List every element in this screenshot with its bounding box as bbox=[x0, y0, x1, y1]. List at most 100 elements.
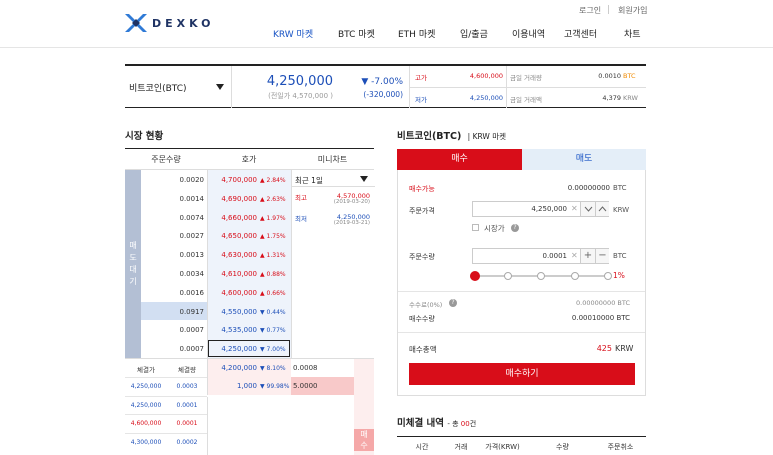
price-down-button[interactable] bbox=[580, 202, 595, 216]
pending-header-type: 거래 bbox=[454, 443, 468, 451]
nav-deposit-withdraw[interactable]: 입/출금 bbox=[460, 27, 488, 40]
nav-chart[interactable]: 차트 bbox=[624, 27, 641, 40]
chevron-down-icon[interactable] bbox=[360, 176, 368, 182]
mini-high-label: 최고 bbox=[295, 194, 307, 202]
submit-buy-button[interactable]: 매수하기 bbox=[409, 363, 635, 385]
trade-qty: 0.0001 bbox=[176, 401, 198, 409]
ask-row[interactable]: 0.0020 4,700,000 ▲ 2.84% bbox=[141, 170, 291, 189]
bid-change: ▼ 8.10% bbox=[260, 365, 286, 372]
pending-title: 미체결 내역 - 총 00건 bbox=[397, 418, 477, 429]
volume-value: 0.0010 bbox=[598, 72, 621, 80]
ask-change: ▲ 2.63% bbox=[260, 195, 286, 203]
nav-btc-market[interactable]: BTC 마켓 bbox=[338, 27, 375, 40]
mini-high-date: (2019-03-20) bbox=[333, 199, 370, 205]
logo-mark-icon bbox=[125, 14, 147, 32]
mini-low-label: 최저 bbox=[295, 215, 307, 223]
clear-icon[interactable]: ✕ bbox=[571, 204, 578, 213]
ask-qty: 0.0007 bbox=[179, 326, 205, 335]
quantity-input[interactable]: 0.0001 ✕ + − bbox=[472, 248, 609, 264]
slider-tick[interactable] bbox=[537, 272, 545, 280]
slider-tick[interactable] bbox=[503, 272, 512, 280]
change-amount: (-320,000) bbox=[363, 90, 403, 99]
low-label: 저가 bbox=[415, 96, 427, 104]
logo[interactable]: DEXKO bbox=[152, 17, 215, 30]
market-price-checkbox[interactable] bbox=[472, 224, 479, 231]
pending-header-cancel: 주문취소 bbox=[607, 443, 634, 451]
nav-krw-market[interactable]: KRW 마켓 bbox=[273, 27, 313, 40]
price-unit: KRW bbox=[613, 206, 630, 214]
ask-row[interactable]: 0.0917 4,550,000 ▼ 0.44% bbox=[141, 301, 291, 321]
pending-count: 00 bbox=[460, 420, 470, 428]
help-icon[interactable]: ? bbox=[511, 224, 519, 232]
quantity-minus-button[interactable]: − bbox=[595, 249, 609, 263]
col-header-qty: 주문수량 bbox=[151, 155, 181, 164]
bid-change: ▼ 99.98% bbox=[260, 383, 290, 390]
tab-sell[interactable]: 매도 bbox=[522, 149, 646, 170]
ask-qty: 0.0027 bbox=[179, 232, 205, 241]
ask-row[interactable]: 0.0007 4,250,000 ▼ 7.00% bbox=[141, 339, 291, 358]
price-up-button[interactable] bbox=[595, 202, 609, 216]
amount-value: 4,379 bbox=[602, 94, 621, 102]
mini-chart: 최근 1일 최고 4,570,000 (2019-03-20) 최저 4,250… bbox=[291, 170, 375, 358]
ask-change: ▲ 0.66% bbox=[260, 289, 286, 297]
available-value: 0.00000000 bbox=[567, 184, 610, 192]
high-label: 고가 bbox=[415, 74, 427, 82]
nav-support[interactable]: 고객센터 bbox=[564, 27, 597, 40]
trade-header-qty: 체결량 bbox=[178, 366, 196, 374]
nav-eth-market[interactable]: ETH 마켓 bbox=[398, 27, 435, 40]
total-unit: KRW bbox=[615, 344, 634, 353]
slider-handle[interactable] bbox=[470, 271, 481, 281]
market-title: 시장 현황 bbox=[125, 131, 164, 142]
pending-header-price: 가격(KRW) bbox=[485, 443, 520, 451]
col-header-price: 호가 bbox=[241, 155, 257, 164]
bid-qty: 0.0008 bbox=[293, 364, 318, 372]
order-form: 매수가능 0.00000000 BTC 주문가격 4,250,000 ✕ KRW… bbox=[397, 170, 646, 396]
ask-row[interactable]: 0.0016 4,600,000 ▲ 0.66% bbox=[141, 282, 291, 302]
ask-row[interactable]: 0.0074 4,660,000 ▲ 1.97% bbox=[141, 207, 291, 227]
help-icon[interactable]: ? bbox=[449, 299, 457, 307]
ask-price: 4,690,000 bbox=[221, 194, 257, 203]
chevron-down-icon[interactable] bbox=[216, 84, 224, 90]
price-input[interactable]: 4,250,000 ✕ bbox=[472, 201, 609, 217]
divider bbox=[608, 5, 609, 14]
quantity-slider[interactable] bbox=[470, 269, 612, 283]
ask-row[interactable]: 0.0034 4,610,000 ▲ 0.88% bbox=[141, 264, 291, 283]
tab-buy[interactable]: 매수 bbox=[397, 149, 522, 170]
amount-unit: KRW bbox=[623, 94, 638, 102]
trade-price: 4,250,000 bbox=[130, 383, 162, 390]
trade-qty: 0.0003 bbox=[176, 383, 198, 390]
high-value: 4,600,000 bbox=[469, 72, 503, 80]
total-value: 425 bbox=[596, 344, 612, 353]
volume-unit: BTC bbox=[623, 72, 636, 80]
slider-tick[interactable] bbox=[570, 272, 579, 280]
nav-history[interactable]: 이용내역 bbox=[512, 27, 545, 40]
slider-tick[interactable] bbox=[604, 272, 612, 280]
trade-divider bbox=[125, 377, 207, 378]
pending-header-qty: 수량 bbox=[556, 443, 569, 451]
ask-price: 4,650,000 bbox=[221, 232, 257, 241]
pending-header-time: 시간 bbox=[415, 443, 429, 451]
market-price-label: 시장가 bbox=[484, 224, 505, 233]
quantity-plus-button[interactable]: + bbox=[580, 249, 595, 263]
trade-price: 4,300,000 bbox=[130, 438, 162, 446]
header: DEXKO 로그인 회원가입 KRW 마켓 BTC 마켓 ETH 마켓 입/출금… bbox=[0, 0, 773, 48]
total-label: 매수총액 bbox=[409, 345, 437, 354]
available-unit: BTC bbox=[613, 184, 627, 192]
ask-row[interactable]: 0.0014 4,690,000 ▲ 2.63% bbox=[141, 188, 291, 208]
clear-icon[interactable]: ✕ bbox=[571, 251, 578, 260]
signup-link[interactable]: 회원가입 bbox=[618, 5, 647, 16]
login-link[interactable]: 로그인 bbox=[579, 5, 601, 16]
slider-percent: 1% bbox=[613, 271, 625, 280]
ask-change: ▲ 1.97% bbox=[260, 214, 286, 222]
trade-qty: 0.0002 bbox=[176, 438, 198, 446]
ask-qty: 0.0007 bbox=[179, 345, 205, 354]
ask-row[interactable]: 0.0007 4,535,000 ▼ 0.77% bbox=[141, 320, 291, 340]
coin-selector[interactable]: 비트코인(BTC) bbox=[129, 81, 187, 94]
ask-row[interactable]: 0.0013 4,630,000 ▲ 1.31% bbox=[141, 245, 291, 264]
quantity-label: 주문수량 bbox=[409, 253, 435, 261]
period-select[interactable]: 최근 1일 bbox=[295, 175, 323, 186]
ask-qty: 0.0013 bbox=[179, 251, 205, 260]
trade-qty: 0.0001 bbox=[176, 420, 198, 427]
ask-price: 4,550,000 bbox=[221, 307, 257, 316]
ask-row[interactable]: 0.0027 4,650,000 ▲ 1.75% bbox=[141, 226, 291, 246]
